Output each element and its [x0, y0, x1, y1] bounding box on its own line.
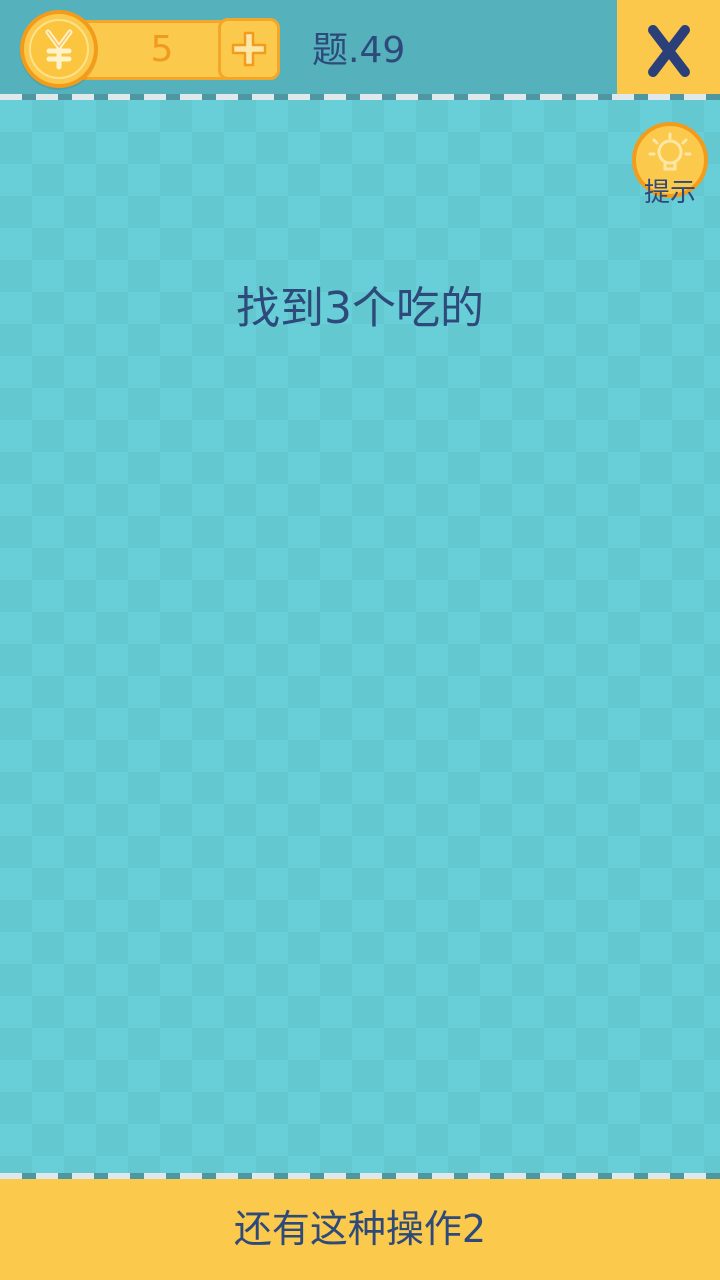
close-icon — [648, 25, 690, 77]
footer-title: 还有这种操作2 — [233, 1207, 487, 1251]
yuan-coin-icon — [20, 10, 98, 88]
close-button[interactable] — [617, 0, 720, 94]
hint-label: 提示 — [643, 178, 696, 208]
play-area[interactable] — [0, 100, 720, 1173]
question-text: 找到3个吃的 — [236, 283, 484, 334]
top-bar: 5 题.49 — [0, 0, 720, 96]
add-coins-button[interactable] — [218, 18, 280, 80]
level-label: 题.49 — [312, 30, 406, 71]
coin-count: 5 — [150, 29, 174, 70]
plus-icon — [231, 31, 267, 67]
bottom-bar: 还有这种操作2 — [0, 1179, 720, 1280]
